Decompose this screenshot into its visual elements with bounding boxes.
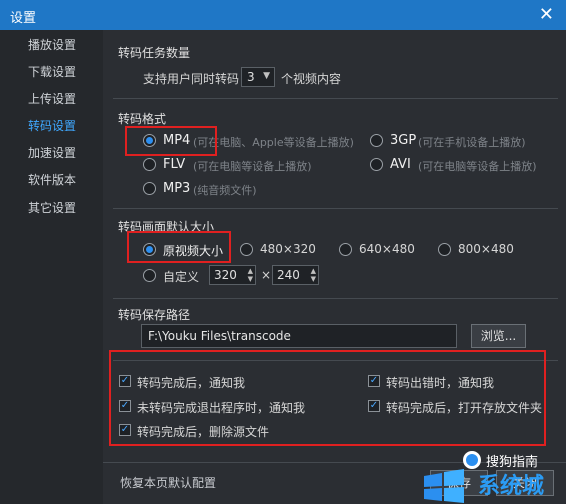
arrow-down-icon[interactable]: ▼ (311, 275, 316, 283)
task-count-title: 转码任务数量 (118, 46, 191, 60)
format-mp3-label: MP3 (163, 181, 191, 196)
format-3gp-label: 3GP (390, 133, 417, 148)
sidebar-item-acceleration[interactable]: 加速设置 (28, 144, 76, 161)
save-path-value: F:\Youku Files\transcode (148, 329, 291, 343)
format-3gp-hint: (可在手机设备上播放) (418, 136, 526, 149)
arrow-up-icon[interactable]: ▲ (248, 267, 253, 275)
size-custom-label: 自定义 (163, 270, 200, 284)
format-title: 转码格式 (118, 112, 167, 126)
radio-mp3[interactable] (143, 182, 156, 195)
title-bar: 设置 ✕ (0, 0, 566, 30)
task-count-select[interactable]: 3 ▼ (241, 67, 275, 87)
size-800x480-label: 800×480 (458, 242, 514, 256)
format-flv-label: FLV (163, 157, 186, 172)
radio-800x480[interactable] (438, 243, 451, 256)
format-flv-hint: (可在电脑等设备上播放) (193, 160, 312, 173)
format-avi-hint: (可在电脑等设备上播放) (418, 160, 537, 173)
highlight-box-format (125, 126, 217, 156)
watermark-logo: 搜狗指南 系统城 (420, 450, 566, 504)
watermark-site: 系统城 (478, 474, 545, 499)
sidebar-item-version[interactable]: 软件版本 (28, 171, 76, 188)
arrow-down-icon[interactable]: ▼ (248, 275, 253, 283)
divider (113, 208, 558, 209)
path-title: 转码保存路径 (118, 308, 191, 322)
format-mp3-hint: (纯音频文件) (193, 184, 257, 197)
size-480x320-label: 480×320 (260, 242, 316, 256)
highlight-box-notify (109, 350, 546, 446)
browse-button[interactable]: 浏览... (471, 324, 526, 348)
window-title: 设置 (10, 11, 37, 26)
sidebar-item-other[interactable]: 其它设置 (28, 199, 76, 216)
sidebar-item-transcode[interactable]: 转码设置 (28, 117, 76, 134)
size-640x480-label: 640×480 (359, 242, 415, 256)
radio-custom-size[interactable] (143, 269, 156, 282)
custom-width-spinner[interactable]: 320 ▲ ▼ (209, 265, 256, 285)
task-count-suffix: 个视频内容 (281, 72, 342, 86)
radio-avi[interactable] (370, 158, 383, 171)
divider (113, 298, 558, 299)
save-path-input[interactable]: F:\Youku Files\transcode (141, 324, 457, 348)
radio-flv[interactable] (143, 158, 156, 171)
sidebar-item-playback[interactable]: 播放设置 (28, 36, 76, 53)
task-count-prefix: 支持用户同时转码 (143, 72, 240, 86)
highlight-box-size (127, 231, 231, 263)
radio-3gp[interactable] (370, 134, 383, 147)
close-icon[interactable]: ✕ (539, 4, 554, 25)
chevron-down-icon: ▼ (263, 71, 270, 81)
task-count-value: 3 (247, 70, 255, 84)
sidebar-item-download[interactable]: 下载设置 (28, 63, 76, 80)
format-mp4-hint: (可在电脑、Apple等设备上播放) (193, 136, 354, 149)
custom-height-value: 240 (277, 268, 300, 282)
size-times-sign: × (261, 268, 272, 282)
restore-defaults-link[interactable]: 恢复本页默认配置 (120, 474, 216, 491)
main-panel: 转码任务数量 支持用户同时转码 3 ▼ 个视频内容 转码格式 MP4 (可在电脑… (103, 30, 566, 504)
divider (113, 98, 558, 99)
custom-height-spinner[interactable]: 240 ▲ ▼ (272, 265, 319, 285)
sidebar: 播放设置 下载设置 上传设置 转码设置 加速设置 软件版本 其它设置 (0, 30, 103, 504)
format-avi-label: AVI (390, 157, 411, 172)
radio-640x480[interactable] (339, 243, 352, 256)
custom-width-value: 320 (214, 268, 237, 282)
radio-480x320[interactable] (240, 243, 253, 256)
sidebar-item-upload[interactable]: 上传设置 (28, 90, 76, 107)
arrow-up-icon[interactable]: ▲ (311, 267, 316, 275)
